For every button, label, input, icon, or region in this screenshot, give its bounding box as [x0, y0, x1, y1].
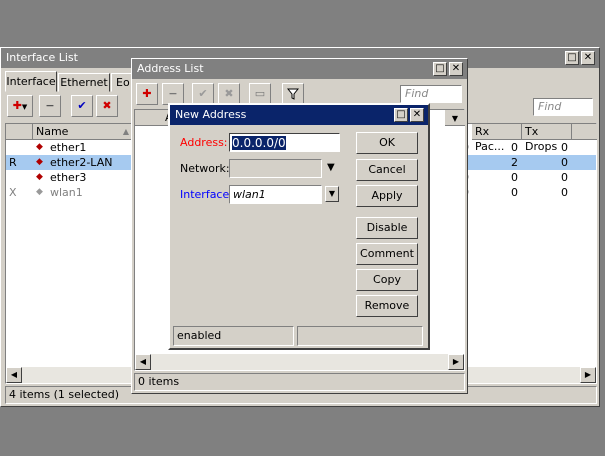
horizontal-scrollbar[interactable]: ◀ ▶ [135, 354, 464, 370]
row-rx-packets: 0 [511, 171, 518, 184]
chevron-down-icon: ▼ [21, 103, 28, 111]
row-name: wlan1 [50, 186, 83, 199]
row-tx-drops: 0 [561, 156, 568, 169]
interface-icon: ◆ [36, 142, 43, 152]
row-tx-drops: 0 [561, 186, 568, 199]
scroll-left-button[interactable]: ◀ [6, 367, 22, 383]
copy-button[interactable]: Copy [356, 269, 418, 291]
sort-icon: ▲ [122, 127, 129, 136]
close-button[interactable]: ✕ [449, 62, 463, 76]
row-rx-packets: 0 [511, 186, 518, 199]
row-name: ether2-LAN [50, 156, 113, 169]
filter-icon [286, 88, 300, 100]
column-flag[interactable] [6, 124, 33, 140]
new-address-title: New Address [175, 108, 247, 121]
maximize-button[interactable]: □ [433, 62, 447, 76]
network-dropdown-icon[interactable]: ▼ [327, 162, 335, 173]
network-field[interactable] [229, 159, 322, 178]
tab-interface[interactable]: Interface [5, 71, 57, 92]
interface-icon: ◆ [36, 187, 43, 197]
column-rx-packets[interactable]: Rx Pac... [472, 124, 522, 153]
row-flag [9, 170, 29, 185]
scroll-right-button[interactable]: ▶ [580, 367, 596, 383]
row-flag [9, 140, 29, 155]
dialog-status-extra [297, 326, 423, 346]
address-list-title: Address List [137, 62, 204, 75]
column-spacer [572, 124, 597, 140]
disable-button[interactable]: Disable [356, 217, 418, 239]
close-button[interactable]: ✕ [581, 51, 595, 65]
chevron-down-icon: ▼ [328, 189, 336, 198]
remove-button[interactable]: − [39, 95, 61, 117]
maximize-button[interactable]: □ [394, 108, 408, 122]
close-button[interactable]: ✕ [410, 108, 424, 122]
disable-button[interactable]: ✖ [218, 83, 240, 105]
find-input[interactable]: Find [400, 85, 462, 103]
address-status-bar: 0 items [134, 373, 465, 391]
enable-button[interactable]: ✔ [192, 83, 214, 105]
row-name: ether3 [50, 171, 87, 184]
address-value: 0.0.0.0/0 [232, 136, 286, 150]
scroll-left-button[interactable]: ◀ [135, 354, 151, 370]
apply-button[interactable]: Apply [356, 185, 418, 207]
row-flag: R [9, 156, 17, 169]
filter-button[interactable] [282, 83, 304, 105]
cancel-button[interactable]: Cancel [356, 159, 418, 181]
row-tx-drops: 0 [561, 141, 568, 154]
address-label: Address: [180, 136, 228, 149]
maximize-button[interactable]: □ [565, 51, 579, 65]
column-menu[interactable]: ▼ [445, 110, 465, 126]
tab-ethernet[interactable]: Ethernet [58, 73, 110, 92]
network-label: Network: [180, 162, 230, 175]
column-name[interactable]: Name ▲ [33, 124, 133, 140]
row-tx-drops: 0 [561, 171, 568, 184]
scroll-right-button[interactable]: ▶ [448, 354, 464, 370]
address-field[interactable]: 0.0.0.0/0 [229, 133, 340, 152]
new-address-titlebar[interactable]: New Address □ ✕ [170, 105, 428, 125]
interface-icon: ◆ [36, 172, 43, 182]
remove-button[interactable]: − [162, 83, 184, 105]
column-tx-drops[interactable]: Tx Drops [522, 124, 572, 153]
row-name: ether1 [50, 141, 87, 154]
ok-button[interactable]: OK [356, 132, 418, 154]
add-button[interactable]: ✚▼ [7, 95, 33, 117]
row-flag: X [9, 186, 17, 199]
interface-dropdown-button[interactable]: ▼ [325, 186, 339, 202]
dialog-status-enabled: enabled [173, 326, 294, 346]
row-rx-packets: 0 [511, 141, 518, 154]
comment-button[interactable]: ▭ [249, 83, 271, 105]
interface-label: Interface: [180, 188, 233, 201]
remove-button[interactable]: Remove [356, 295, 418, 317]
address-list-titlebar[interactable]: Address List □ ✕ [132, 59, 467, 79]
chevron-down-icon: ▼ [451, 114, 459, 123]
interface-list-title: Interface List [6, 51, 78, 64]
row-rx-packets: 2 [511, 156, 518, 169]
disable-button[interactable]: ✖ [96, 95, 118, 117]
comment-button[interactable]: Comment [356, 243, 418, 265]
find-input[interactable]: Find [533, 98, 593, 116]
interface-select[interactable]: wlan1 [229, 185, 322, 204]
interface-icon: ◆ [36, 157, 43, 167]
add-button[interactable]: ✚ [136, 83, 158, 105]
new-address-dialog: New Address □ ✕ Address: 0.0.0.0/0 Netwo… [168, 103, 430, 350]
enable-button[interactable]: ✔ [71, 95, 93, 117]
